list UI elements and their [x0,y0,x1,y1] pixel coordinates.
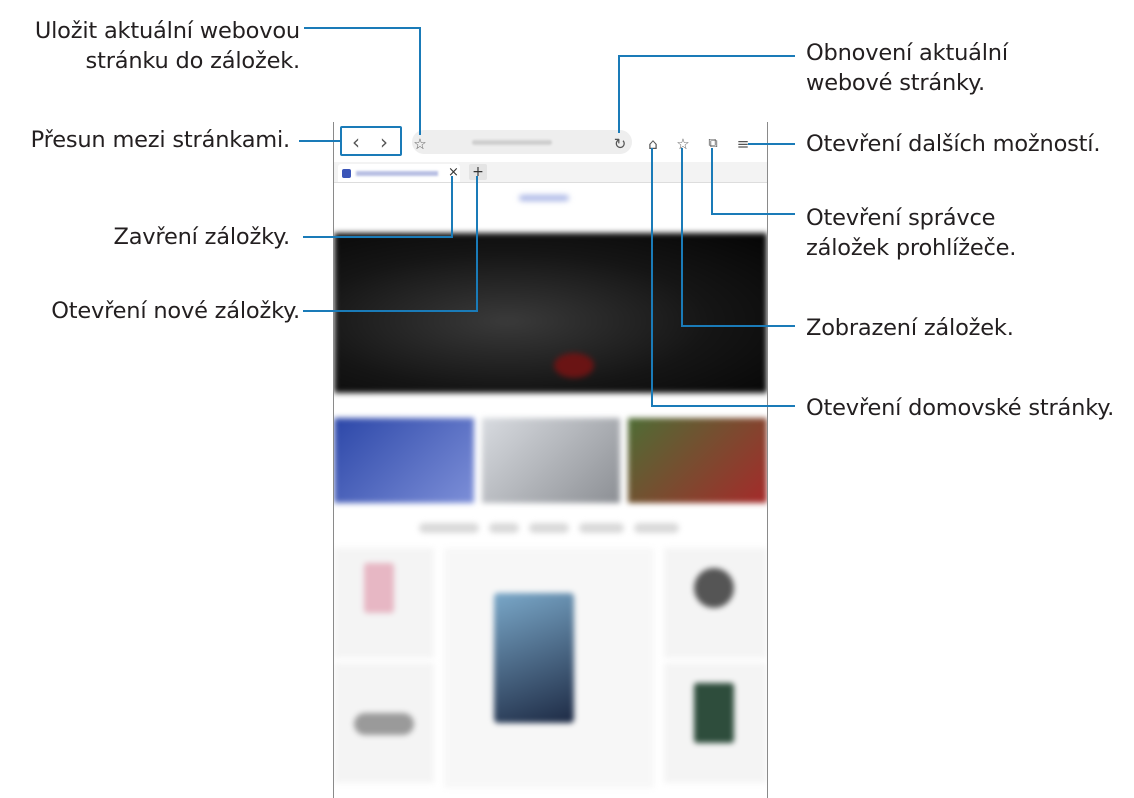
browser-tab[interactable]: × [338,164,460,182]
leader-line-save-bookmark-v [419,27,421,135]
leader-line-close-tab-h [303,236,453,238]
leader-line-save-bookmark-h [304,27,421,29]
leader-line-home-h [651,405,795,407]
promo-cards [334,418,767,503]
callout-navigate: Přesun mezi stránkami. [30,127,291,153]
callout-tab-manager-line2: záložek prohlížeče. [806,235,1017,261]
callout-save-bookmark-line1: Uložit aktuální webovou [34,18,300,44]
callout-close-tab: Zavření záložky. [113,224,291,250]
leader-line-bookmarks-h [681,325,795,327]
category-tab[interactable] [579,523,624,533]
url-text-blurred [472,140,552,145]
site-header-blurred [519,195,569,201]
forward-icon[interactable]: › [374,132,394,152]
callout-save-bookmark-line2: stránku do záložek. [85,48,301,74]
leader-line-refresh-v [618,55,620,133]
callout-more-options: Otevření dalších možností. [806,131,1101,157]
close-icon[interactable]: × [448,164,459,182]
callout-refresh-line1: Obnovení aktuální [806,40,1008,66]
category-tab[interactable] [529,523,569,533]
hero-banner [334,233,767,393]
product-image [354,713,414,735]
tab-strip: × + [334,162,767,183]
leader-line-refresh-h [618,55,795,57]
callout-refresh-line2: webové stránky. [806,70,985,96]
new-tab-button[interactable]: + [469,164,487,180]
tab-title-blurred [356,171,438,176]
tabs-icon[interactable]: ⧉ [703,134,723,154]
promo-card[interactable] [334,418,474,503]
leader-line-tab-manager-h [711,213,795,215]
product-image [494,593,574,723]
web-page-content [334,183,767,798]
callout-home: Otevření domovské stránky. [806,395,1115,421]
leader-line-home-v [651,148,653,407]
leader-line-bookmarks-v [681,148,683,327]
category-tab[interactable] [634,523,679,533]
leader-line-navigate [299,140,340,142]
bookmark-star-icon[interactable]: ☆ [410,134,430,154]
callout-new-tab: Otevření nové záložky. [51,298,300,324]
leader-line-close-tab-v [451,176,453,238]
browser-toolbar: ‹ › ☆ ↻ ⌂ ☆ ⧉ ≡ [334,122,767,162]
callout-bookmarks: Zobrazení záložek. [806,315,1014,341]
promo-card[interactable] [628,418,767,503]
browser-screen: ‹ › ☆ ↻ ⌂ ☆ ⧉ ≡ × + [333,122,768,798]
home-icon[interactable]: ⌂ [643,134,663,154]
product-image [364,563,394,613]
callout-save-bookmark: Uložit aktuální webovou stránku do zálož… [8,16,300,76]
leader-line-new-tab-h [303,310,478,312]
promo-card[interactable] [482,418,620,503]
leader-line-tab-manager-v [711,148,713,215]
leader-line-new-tab-v [476,176,478,312]
product-image [694,568,734,608]
leader-line-more-options [748,143,795,145]
product-image [694,683,734,743]
refresh-icon[interactable]: ↻ [610,134,630,154]
hero-accent [554,353,594,378]
favicon-icon [342,169,351,178]
callout-tab-manager: Otevření správce záložek prohlížeče. [806,203,1016,263]
back-icon[interactable]: ‹ [346,132,366,152]
bookmarks-icon[interactable]: ☆ [673,134,693,154]
callout-tab-manager-line1: Otevření správce [806,205,996,231]
address-bar[interactable] [412,130,632,154]
callout-refresh: Obnovení aktuální webové stránky. [806,38,1008,98]
category-tab[interactable] [489,523,519,533]
category-tab[interactable] [419,523,479,533]
